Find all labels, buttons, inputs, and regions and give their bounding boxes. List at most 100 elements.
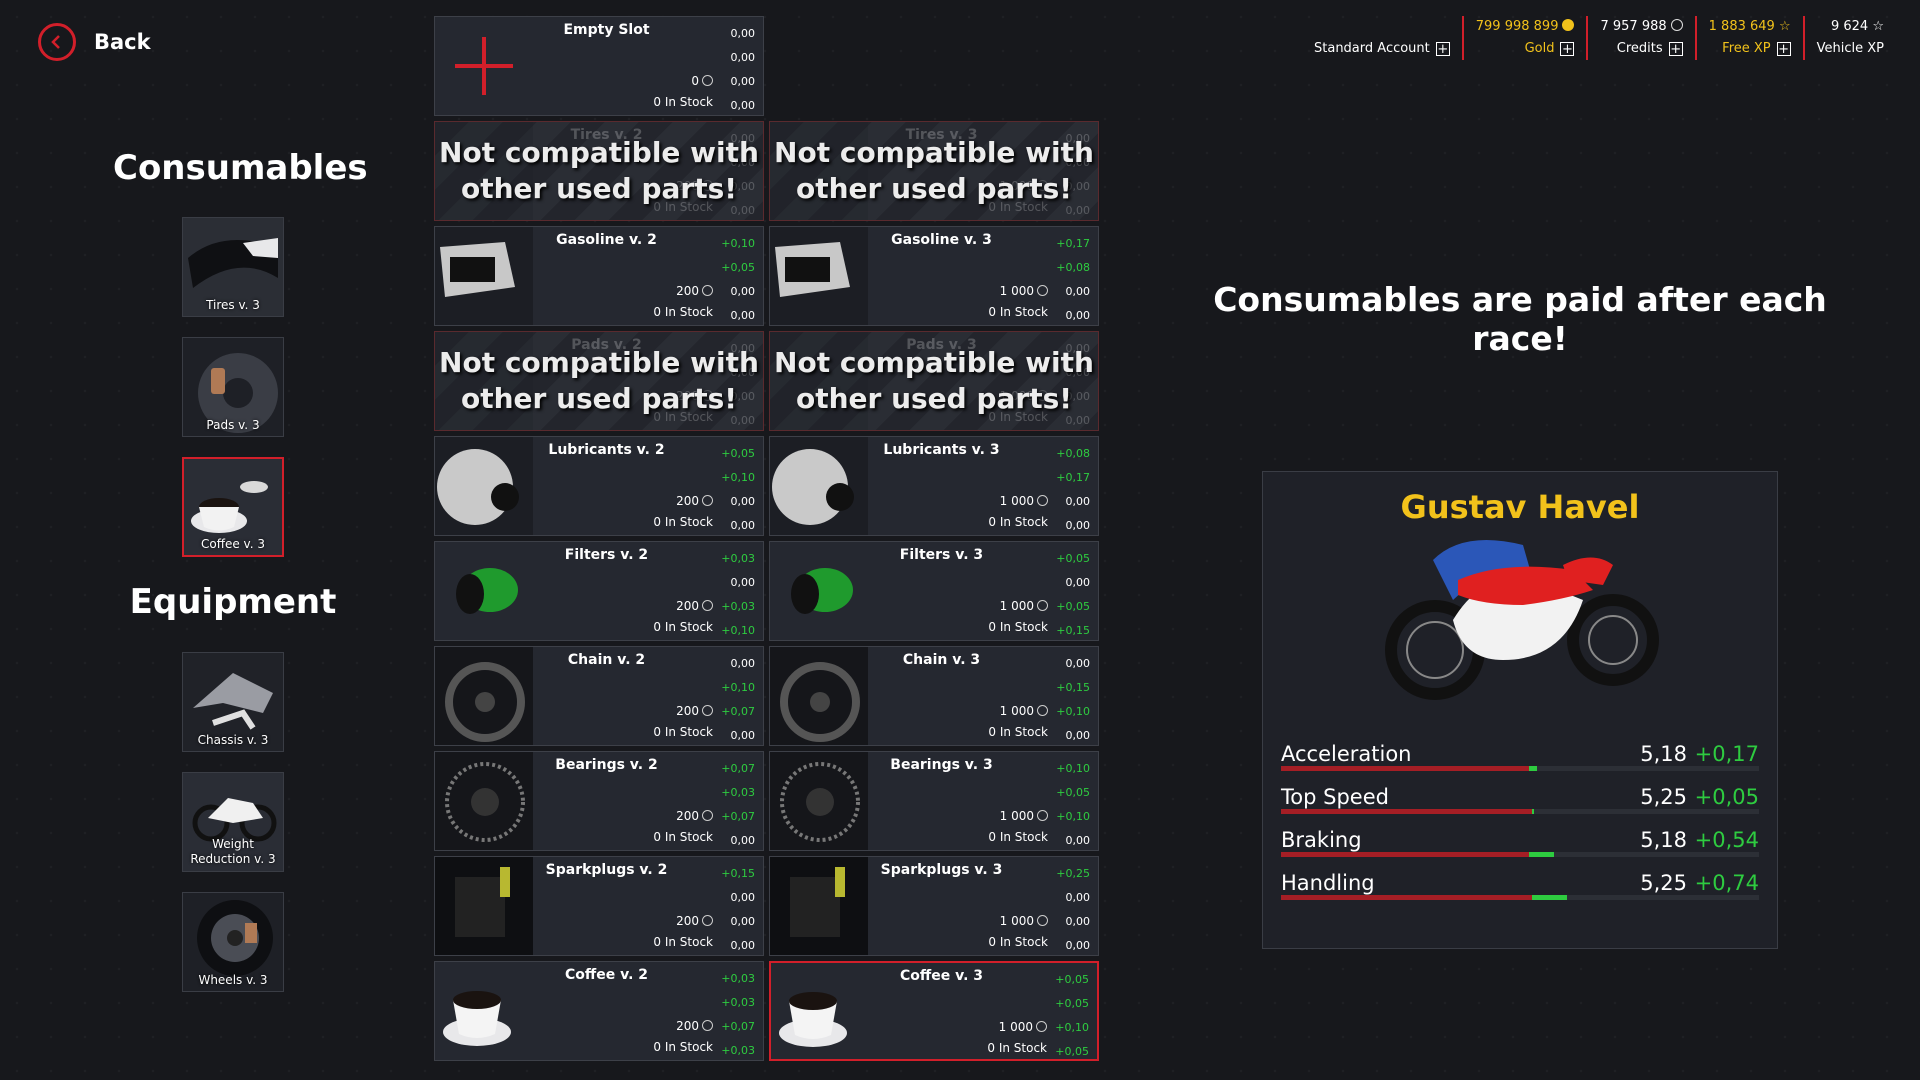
credits-coin-icon [1036,1021,1047,1032]
part-card-sparkplugs-v-3[interactable]: Sparkplugs v. 3 +0,25 0,00 0,00 0,00 1 000… [769,856,1099,956]
stat-2: 0,00 [1065,576,1091,589]
stat-delta: +0,17 [1694,742,1759,766]
credits-coin-icon [1037,705,1048,716]
part-card-chain-v-2[interactable]: Chain v. 2 0,00 +0,10 +0,07 0,00 200 0 In … [434,646,764,746]
part-name: Coffee v. 3 [899,968,983,984]
stat-1: +0,25 [1056,867,1090,880]
part-card-tires-v-3: Tires v. 3 0,00 0,00 0,00 0,00 1 000 0 In … [769,121,1099,221]
part-stats: +0,05 +0,05 +0,10 +0,05 [1055,968,1089,1059]
part-price: 200 [676,284,713,298]
part-card-filters-v-2[interactable]: Filters v. 2 +0,03 0,00 +0,03 +0,10 200 0 … [434,541,764,641]
part-card-lubricants-v-2[interactable]: Lubricants v. 2 +0,05 +0,10 0,00 0,00 200 … [434,436,764,536]
part-name: Chain v. 2 [567,652,646,668]
stat-3: +0,07 [721,1020,755,1033]
part-stock: 0 In Stock [988,725,1048,739]
back-arrow-icon [38,23,76,61]
part-stock: 0 In Stock [653,725,713,739]
nav-chassis-label: Chassis v. 3 [197,733,269,747]
part-card-gasoline-v-2[interactable]: Gasoline v. 2 +0,10 +0,05 0,00 0,00 200 0 … [434,226,764,326]
part-card-sparkplugs-v-2[interactable]: Sparkplugs v. 2 +0,15 0,00 0,00 0,00 200 0… [434,856,764,956]
part-stock: 0 In Stock [988,620,1048,634]
convert-xp-button[interactable]: + [1776,42,1791,56]
stat-3: 0,00 [730,915,756,928]
incompatible-warning: Not compatible with other used parts! [439,136,759,205]
nav-pads-label: Pads v. 3 [206,418,260,432]
stat-bar [1281,766,1759,771]
nav-pads[interactable]: Pads v. 3 [182,337,284,437]
stat-1: +0,10 [721,237,755,250]
nav-chassis[interactable]: Chassis v. 3 [182,652,284,752]
stat-3: +0,07 [721,705,755,718]
stat-1: 0,00 [730,27,756,40]
nav-coffee[interactable]: Coffee v. 3 [182,457,284,557]
part-card-filters-v-3[interactable]: Filters v. 3 +0,05 0,00 +0,05 +0,15 1 000 … [769,541,1099,641]
part-card-bearings-v-3[interactable]: Bearings v. 3 +0,10 +0,05 +0,10 0,00 1 000… [769,751,1099,851]
stat-4: 0,00 [730,519,756,532]
stat-4: 0,00 [1065,834,1091,847]
nav-weight-reduction[interactable]: Weight Reduction v. 3 [182,772,284,872]
stat-1: +0,05 [1056,552,1090,565]
equipment-title: Equipment [129,582,337,622]
part-price: 1 000 [1000,494,1048,508]
stat-bar-base [1281,895,1532,900]
stat-bar-delta [1528,766,1537,771]
part-price: 1 000 [1000,809,1048,823]
stat-4: 0,00 [1065,519,1091,532]
stat-4: 0,00 [730,99,756,112]
buy-credits-button[interactable]: + [1668,42,1683,56]
stat-3: 0,00 [1065,495,1091,508]
stat-1: +0,07 [721,762,755,775]
part-name: Lubricants v. 2 [548,442,665,458]
stat-2: +0,08 [1056,261,1090,274]
part-stats: +0,15 0,00 0,00 0,00 [721,862,756,955]
part-name: Bearings v. 3 [890,757,993,773]
part-card-chain-v-3[interactable]: Chain v. 3 0,00 +0,15 +0,10 0,00 1 000 0 I… [769,646,1099,746]
stat-2: +0,10 [721,681,755,694]
stat-bar [1281,852,1759,857]
empty-slot-card[interactable]: Empty Slot 0,00 0,00 0,00 0,00 0 0 In St… [434,16,764,116]
part-stock: 0 In Stock [653,305,713,319]
part-price: 200 [676,1019,713,1033]
credits-coin-icon [1037,810,1048,821]
back-button[interactable]: Back [38,23,151,61]
part-price: 200 [676,599,713,613]
stat-bar-delta [1528,852,1555,857]
vehicle-xp-label: Vehicle XP [1816,41,1884,56]
incompatible-warning: Not compatible with other used parts! [774,346,1094,415]
part-card-bearings-v-2[interactable]: Bearings v. 2 +0,07 +0,03 +0,07 0,00 200 0… [434,751,764,851]
gasoline-thumbnail [770,227,868,325]
part-stats: 0,00 +0,15 +0,10 0,00 [1056,652,1090,745]
part-price: 200 [676,494,713,508]
stat-name: Braking [1281,828,1362,852]
stat-4: +0,03 [721,1044,755,1057]
stat-3: +0,10 [1056,705,1090,718]
stat-row-braking: Braking 5,18 +0,54 [1281,828,1759,868]
part-stats: +0,08 +0,17 0,00 0,00 [1056,442,1091,535]
stat-row-top-speed: Top Speed 5,25 +0,05 [1281,785,1759,825]
buy-gold-button[interactable]: + [1560,42,1575,56]
part-card-coffee-v-2[interactable]: Coffee v. 2 +0,03 +0,03 +0,07 +0,03 200 0 … [434,961,764,1061]
part-name: Lubricants v. 3 [883,442,1000,458]
part-card-gasoline-v-3[interactable]: Gasoline v. 3 +0,17 +0,08 0,00 0,00 1 000 … [769,226,1099,326]
upgrade-account-button[interactable]: + [1435,42,1450,56]
nav-wheels[interactable]: Wheels v. 3 [182,892,284,992]
part-card-lubricants-v-3[interactable]: Lubricants v. 3 +0,08 +0,17 0,00 0,00 1 00… [769,436,1099,536]
part-name: Gasoline v. 3 [891,232,992,248]
part-stock: 0 In Stock [988,515,1048,529]
stat-value: 5,18 [1640,742,1687,766]
stat-4: 0,00 [1065,309,1091,322]
part-card-coffee-v-3[interactable]: Coffee v. 3 +0,05 +0,05 +0,10 +0,05 1 000 … [769,961,1099,1061]
stat-3: +0,10 [1056,810,1090,823]
part-stats: +0,17 +0,08 0,00 0,00 [1056,232,1091,325]
part-price: 1 000 [1000,704,1048,718]
part-name: Gasoline v. 2 [556,232,657,248]
stat-3: 0,00 [1065,915,1091,928]
incompatible-warning: Not compatible with other used parts! [774,136,1094,205]
stat-4: 0,00 [1065,939,1091,952]
stat-3: 0,00 [730,75,756,88]
nav-weight-reduction-label: Weight Reduction v. 3 [190,837,276,866]
nav-tires[interactable]: Tires v. 3 [182,217,284,317]
credits-coin-icon [1037,600,1048,611]
stat-3: +0,05 [1056,600,1090,613]
stat-1: +0,10 [1056,762,1090,775]
